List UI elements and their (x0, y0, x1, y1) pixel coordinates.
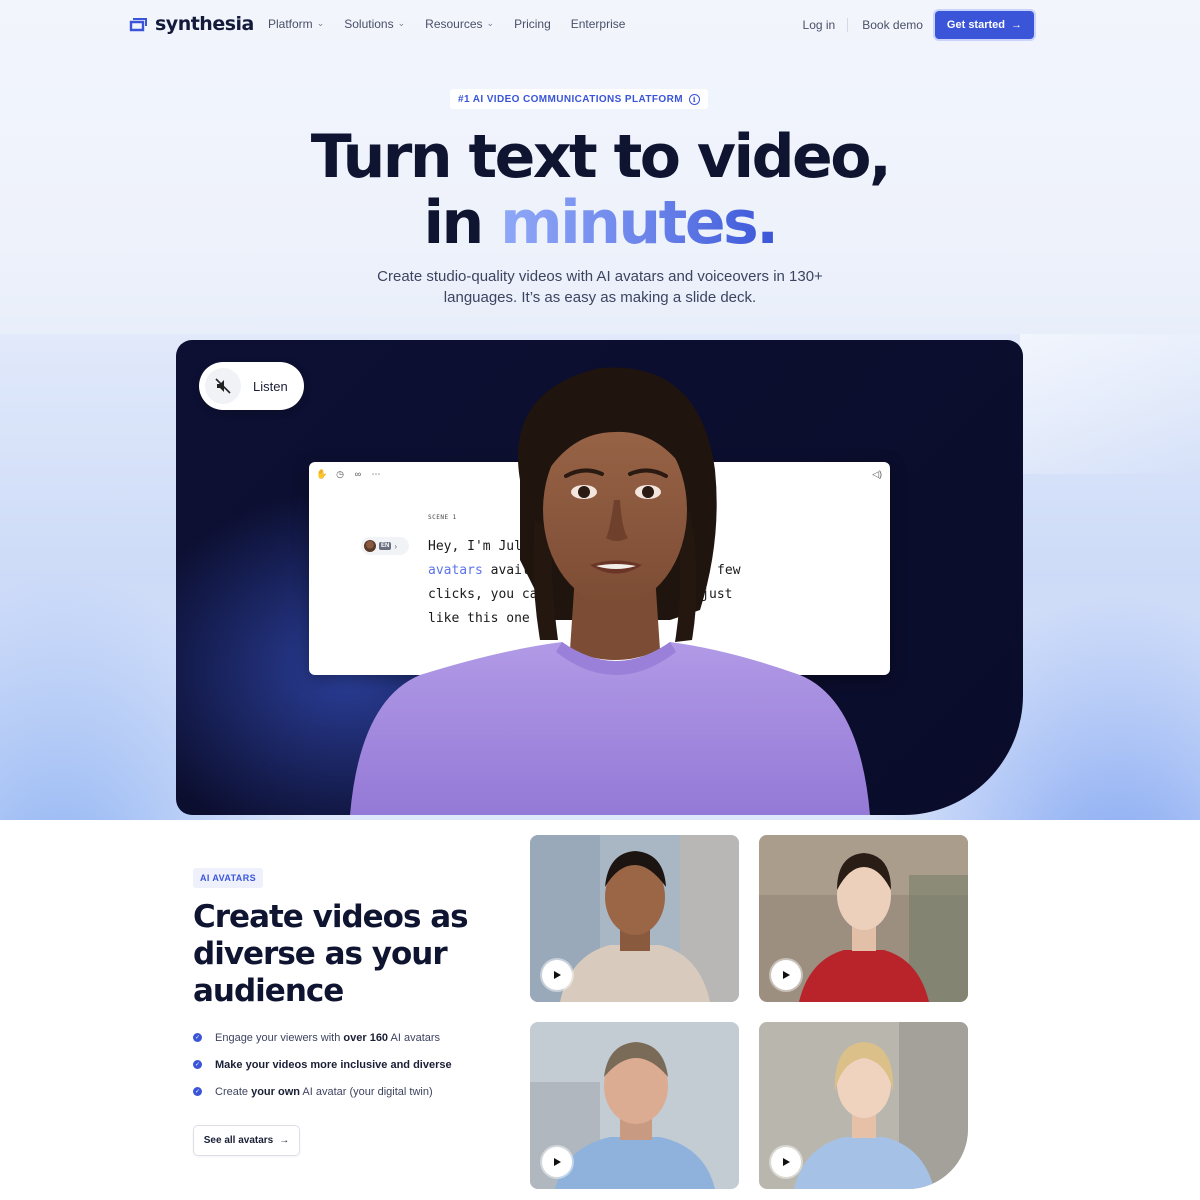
hero-badge: #1 AI VIDEO COMMUNICATIONS PLATFORM i (450, 89, 708, 109)
chevron-down-icon: ⌄ (316, 17, 325, 28)
check-icon: ✓ (193, 1087, 202, 1096)
mute-speaker-icon (205, 368, 241, 404)
play-icon[interactable] (771, 1147, 801, 1177)
ai-avatar-presenter (350, 367, 870, 815)
arrow-right-icon: → (1011, 19, 1022, 31)
play-icon[interactable] (771, 960, 801, 990)
ai-avatars-badge: AI AVATARS (193, 868, 263, 888)
hero-title: Turn text to video, in minutes. (0, 124, 1200, 256)
feature-text: Make your videos more inclusive and dive… (215, 1059, 452, 1071)
listen-button[interactable]: Listen (199, 362, 304, 410)
see-all-avatars-button[interactable]: See all avatars → (193, 1125, 300, 1156)
nav-enterprise[interactable]: Enterprise (571, 17, 626, 31)
brand-name: synthesia (155, 13, 254, 35)
play-glyph (783, 971, 790, 979)
top-navigation: synthesia Platform ⌄ Solutions ⌄ Resourc… (0, 0, 1200, 50)
section-title: Create videos as diverse as your audienc… (193, 899, 469, 1009)
avatar-card-1[interactable] (530, 835, 739, 1002)
nav-links: Platform ⌄ Solutions ⌄ Resources ⌄ Prici… (268, 17, 645, 31)
play-glyph (554, 971, 561, 979)
info-icon[interactable]: i (688, 93, 700, 105)
chevron-down-icon: ⌄ (486, 17, 495, 28)
play-icon[interactable] (542, 1147, 572, 1177)
feature-list: ✓ Engage your viewers with over 160 AI a… (193, 1024, 452, 1105)
feature-text-post: AI avatars (388, 1031, 441, 1044)
nav-resources-label: Resources (425, 17, 483, 31)
nav-actions: Log in Book demo Get started → (803, 11, 1034, 39)
feature-text-bold: over 160 (343, 1031, 389, 1044)
brand-logo[interactable]: synthesia (129, 13, 254, 35)
nav-resources[interactable]: Resources ⌄ (425, 17, 494, 31)
feature-text-pre: Create (215, 1085, 252, 1098)
play-icon[interactable] (542, 960, 572, 990)
nav-solutions[interactable]: Solutions ⌄ (344, 17, 405, 31)
hero-title-line2-prefix: in (423, 188, 501, 258)
book-demo-link[interactable]: Book demo (862, 18, 923, 32)
see-all-label: See all avatars (203, 1135, 274, 1146)
login-link[interactable]: Log in (803, 18, 849, 32)
nav-pricing-label: Pricing (514, 17, 551, 31)
nav-pricing[interactable]: Pricing (514, 17, 551, 31)
avatar-card-3[interactable] (530, 1022, 739, 1189)
hero-badge-text: #1 AI VIDEO COMMUNICATIONS PLATFORM (458, 93, 683, 105)
speaker-muted-glyph (215, 378, 231, 394)
nav-solutions-label: Solutions (344, 17, 394, 31)
feature-text: Create your own AI avatar (your digital … (215, 1086, 433, 1098)
arrow-right-icon: → (279, 1135, 290, 1146)
feature-text: Engage your viewers with over 160 AI ava… (215, 1032, 440, 1044)
nav-platform[interactable]: Platform ⌄ (268, 17, 324, 31)
feature-text-pre: Engage your viewers with (215, 1031, 344, 1044)
check-icon: ✓ (193, 1033, 202, 1042)
play-glyph (783, 1158, 790, 1166)
nav-platform-label: Platform (268, 17, 313, 31)
hero-title-accent: minutes. (500, 188, 779, 258)
feature-text-bold: your own (251, 1085, 300, 1098)
avatar-card-4[interactable] (759, 1022, 968, 1189)
listen-label: Listen (253, 378, 288, 394)
play-glyph (554, 1158, 561, 1166)
feature-item: ✓ Engage your viewers with over 160 AI a… (193, 1024, 452, 1051)
light-streak (1020, 334, 1200, 474)
feature-text-bold: Make your videos more inclusive and dive… (215, 1058, 452, 1071)
synthesia-logo-icon (129, 18, 147, 32)
hero-subtitle: Create studio-quality videos with AI ava… (377, 268, 823, 306)
check-icon: ✓ (193, 1060, 202, 1069)
hand-icon: ✋ (316, 468, 328, 479)
get-started-label: Get started (946, 19, 1005, 31)
chevron-down-icon: ⌄ (397, 17, 406, 28)
feature-text-post: AI avatar (your digital twin) (299, 1085, 433, 1098)
avatar-card-2[interactable] (759, 835, 968, 1002)
hero-title-line1: Turn text to video, (310, 122, 892, 192)
feature-item: ✓ Create your own AI avatar (your digita… (193, 1078, 452, 1105)
get-started-button[interactable]: Get started → (934, 11, 1034, 39)
nav-enterprise-label: Enterprise (570, 17, 626, 31)
feature-item: ✓ Make your videos more inclusive and di… (193, 1051, 452, 1078)
